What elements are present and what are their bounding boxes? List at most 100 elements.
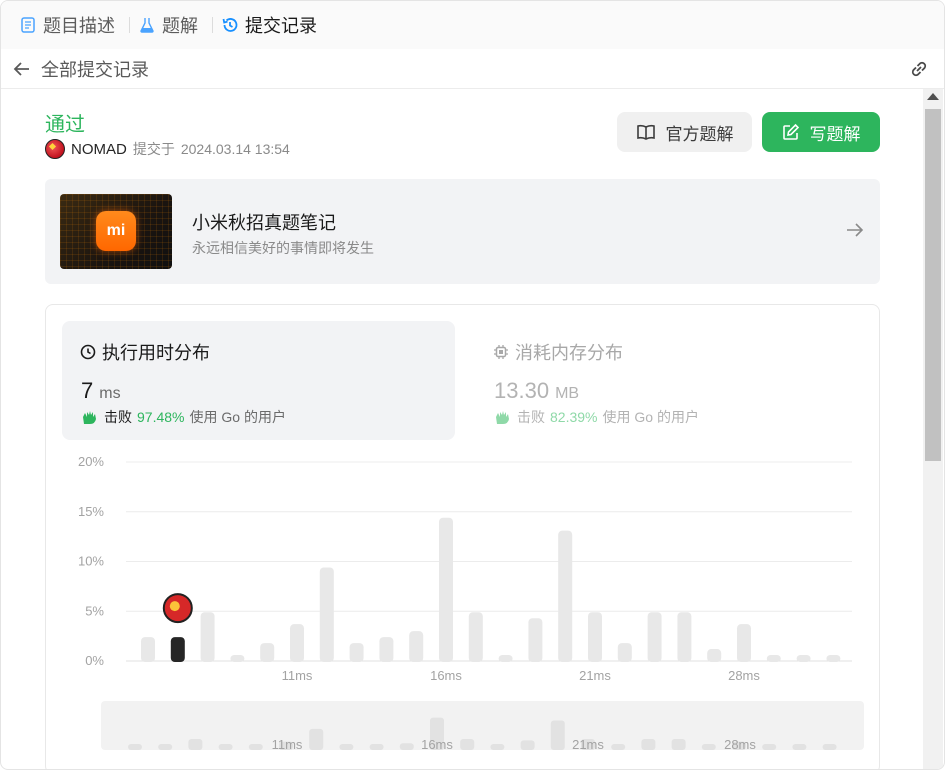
overview-bar	[550, 720, 565, 750]
overview-tick-label: 16ms	[421, 737, 453, 752]
xiaomi-logo: mi	[96, 211, 136, 251]
submission-detail-panel: 题目描述 题解 提交记录 全部提交记录 通过 NOMAD 提交于 2024.03…	[0, 0, 945, 770]
overview-bar	[611, 744, 626, 750]
bar	[528, 618, 543, 662]
bar	[826, 655, 841, 662]
overview-bar	[762, 744, 777, 750]
overview-bar	[399, 743, 414, 750]
book-icon	[636, 124, 655, 140]
y-tick-label: 5%	[85, 603, 104, 618]
tab-submissions-label: 提交记录	[245, 16, 317, 36]
tab-description[interactable]: 题目描述	[17, 1, 123, 49]
edit-icon	[782, 123, 799, 140]
overview-bar	[671, 738, 686, 750]
tab-solutions-label: 题解	[162, 16, 198, 36]
overview-tick-label: 28ms	[724, 737, 756, 752]
x-tick-label: 11ms	[282, 668, 313, 683]
submission-datetime: 2024.03.14 13:54	[180, 141, 290, 157]
vertical-scrollbar[interactable]	[923, 89, 943, 769]
bar	[230, 655, 245, 662]
bar	[141, 637, 155, 662]
promo-card[interactable]: mi 小米秋招真题笔记 永远相信美好的事情即将发生	[45, 179, 880, 284]
promo-subtitle: 永远相信美好的事情即将发生	[192, 240, 374, 256]
promo-thumbnail: mi	[60, 194, 172, 269]
write-solution-button[interactable]: 写题解	[762, 112, 880, 152]
promo-title: 小米秋招真题笔记	[192, 213, 336, 233]
overview-bar	[792, 744, 807, 750]
avatar-star	[169, 601, 180, 612]
bar	[737, 624, 751, 662]
tab-divider	[212, 17, 213, 33]
bar	[647, 612, 662, 662]
x-tick-label: 28ms	[728, 668, 760, 683]
tab-divider	[129, 17, 130, 33]
overview-bar	[641, 738, 656, 750]
document-icon	[21, 17, 35, 33]
bar	[439, 517, 453, 662]
bar	[349, 643, 364, 662]
highlight-bar	[170, 637, 185, 662]
runtime-distribution-chart[interactable]: 0% 5% 15% 10% 20% 11ms 16ms 21ms 28ms 11ms 16ms 21m…	[46, 305, 881, 770]
bar	[200, 612, 215, 662]
bar	[558, 530, 573, 662]
overview-tick-label: 21ms	[572, 737, 604, 752]
bar	[766, 655, 781, 662]
bar	[290, 624, 304, 662]
y-tick-label: 0%	[85, 653, 104, 668]
back-label: 全部提交记录	[41, 59, 149, 80]
bar	[617, 643, 632, 662]
bar	[588, 612, 602, 662]
y-tick-label: 20%	[78, 454, 104, 469]
scrollbar-thumb[interactable]	[925, 109, 941, 461]
back-to-all-submissions[interactable]: 全部提交记录	[13, 56, 149, 82]
overview-bar	[248, 744, 263, 750]
history-icon	[222, 18, 238, 32]
link-icon[interactable]	[908, 59, 930, 79]
write-solution-label: 写题解	[809, 124, 861, 144]
status-text: 通过	[45, 114, 85, 136]
overview-bar	[460, 738, 475, 750]
scroll-up-arrow-icon[interactable]	[927, 93, 939, 100]
tab-solutions[interactable]: 题解	[136, 1, 206, 49]
official-solution-button[interactable]: 官方题解	[617, 112, 752, 152]
y-tick-label: 10%	[78, 554, 104, 569]
flask-icon	[140, 18, 154, 33]
overview-bar	[339, 744, 354, 750]
username[interactable]: NOMAD	[71, 141, 127, 158]
overview-bar	[128, 744, 142, 750]
overview-bar	[158, 744, 173, 750]
overview-bar	[701, 744, 716, 750]
overview-bar	[218, 744, 233, 750]
arrow-left-icon	[13, 61, 29, 76]
avatar[interactable]	[45, 139, 65, 159]
overview-bar	[822, 744, 837, 750]
y-tick-label: 15%	[78, 504, 104, 519]
overview-bar	[309, 728, 324, 750]
sub-header: 全部提交记录	[1, 49, 944, 89]
submitted-label: 提交于	[132, 141, 175, 157]
bar	[468, 612, 483, 662]
official-solution-label: 官方题解	[665, 124, 734, 144]
arrow-right-icon	[847, 223, 864, 237]
bar	[707, 649, 722, 662]
bar	[498, 655, 513, 662]
submission-content[interactable]: 通过 NOMAD 提交于 2024.03.14 13:54 官方题解 写题解 m…	[1, 89, 922, 770]
submission-meta: NOMAD 提交于 2024.03.14 13:54	[45, 139, 290, 159]
x-tick-label: 21ms	[579, 668, 611, 683]
bar	[409, 631, 424, 662]
bar	[677, 612, 692, 662]
tab-description-label: 题目描述	[43, 16, 115, 36]
tab-bar: 题目描述 题解 提交记录	[1, 1, 944, 49]
overview-bar	[520, 740, 535, 750]
bar	[796, 655, 811, 662]
x-tick-label: 16ms	[430, 668, 462, 683]
bar	[260, 643, 275, 662]
overview-bar	[369, 744, 384, 750]
overview-tick-label: 11ms	[272, 737, 303, 752]
overview-bar	[188, 738, 203, 750]
performance-card: 执行用时分布 7 ms 击败 97.48% 使用 Go 的用户 消耗内存分布 1…	[45, 304, 881, 770]
bar	[319, 567, 334, 662]
tab-submissions[interactable]: 提交记录	[219, 1, 325, 49]
overview-bar	[490, 744, 505, 750]
bar	[379, 637, 394, 662]
